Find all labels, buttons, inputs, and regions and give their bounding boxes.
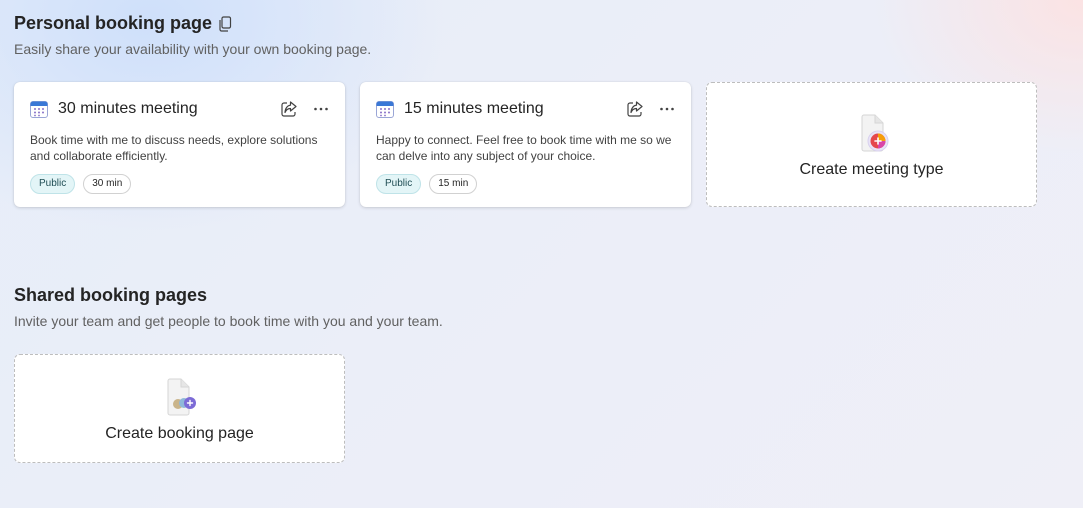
create-booking-page-label: Create booking page	[105, 424, 254, 442]
new-booking-page-illustration-icon	[167, 378, 196, 415]
meeting-title: 15 minutes meeting	[404, 100, 544, 117]
duration-tag: 30 min	[83, 174, 132, 194]
visibility-tag: Public	[30, 174, 76, 194]
calendar-icon	[376, 101, 394, 118]
more-options-icon[interactable]	[657, 99, 677, 119]
calendar-icon	[30, 101, 48, 118]
meeting-description: Happy to connect. Feel free to book time…	[376, 133, 672, 163]
meeting-title: 30 minutes meeting	[58, 100, 198, 117]
share-icon[interactable]	[625, 99, 645, 119]
create-meeting-type-button[interactable]: Create meeting type	[706, 82, 1037, 207]
duration-tag: 15 min	[429, 174, 478, 194]
personal-subtitle: Easily share your availability with your…	[14, 41, 372, 57]
create-booking-page-button[interactable]: Create booking page	[14, 354, 345, 463]
meeting-description: Book time with me to discuss needs, expl…	[30, 133, 318, 163]
personal-title-text: Personal booking page	[14, 13, 213, 33]
meeting-card-15[interactable]: 15 minutes meeting Happy to connect. Fee…	[360, 82, 691, 207]
more-options-icon[interactable]	[311, 99, 331, 119]
create-meeting-type-label: Create meeting type	[799, 160, 944, 178]
share-icon[interactable]	[279, 99, 299, 119]
visibility-tag: Public	[376, 174, 422, 194]
shared-section-title: Shared booking pages	[14, 285, 208, 305]
meeting-card-30[interactable]: 30 minutes meeting Book time with me to …	[14, 82, 345, 207]
copy-icon[interactable]	[218, 15, 232, 32]
personal-section-title: Personal booking page	[14, 13, 232, 34]
new-meeting-illustration-icon	[861, 114, 888, 151]
shared-subtitle: Invite your team and get people to book …	[14, 313, 443, 329]
